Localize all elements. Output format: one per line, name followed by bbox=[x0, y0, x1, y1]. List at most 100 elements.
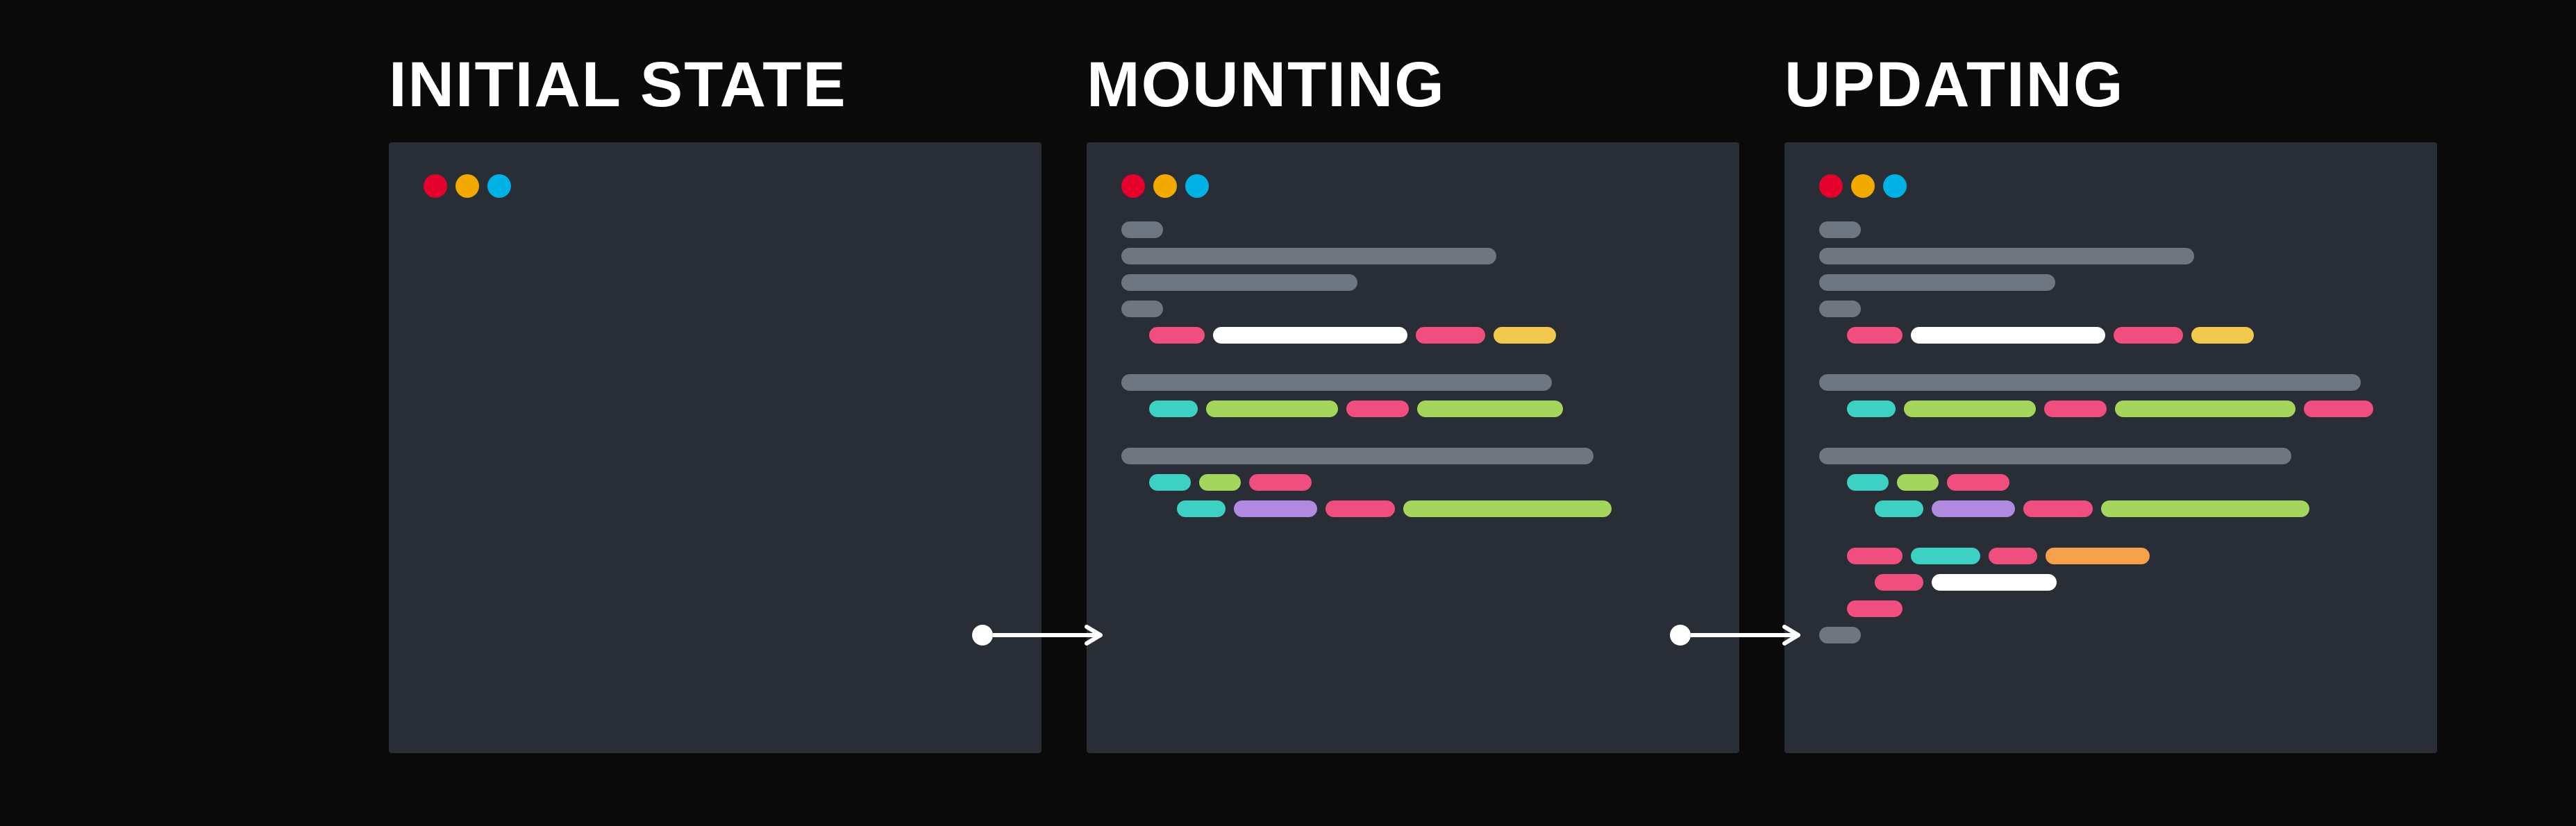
code-token bbox=[2114, 327, 2183, 344]
code-line bbox=[1847, 401, 2402, 417]
code-token bbox=[1234, 500, 1317, 517]
code-token bbox=[1177, 500, 1226, 517]
code-token bbox=[1403, 500, 1612, 517]
col-mounting: MOUNTING bbox=[1087, 49, 1739, 753]
code-token bbox=[2304, 401, 2373, 417]
code-token bbox=[1819, 448, 2291, 464]
traffic-zoom-icon bbox=[1185, 174, 1209, 198]
traffic-minimize-icon bbox=[455, 174, 479, 198]
code-line bbox=[1177, 500, 1705, 517]
code-token bbox=[1875, 574, 1923, 591]
traffic-zoom-icon bbox=[487, 174, 511, 198]
code-mounting bbox=[1121, 221, 1705, 517]
code-token bbox=[1819, 274, 2055, 291]
code-token bbox=[1149, 401, 1198, 417]
code-token bbox=[1819, 374, 2361, 391]
code-token bbox=[1989, 548, 2037, 564]
code-token bbox=[1819, 627, 1861, 643]
code-token bbox=[1416, 327, 1485, 344]
code-line bbox=[1121, 274, 1705, 291]
editor-initial bbox=[389, 142, 1042, 753]
code-line bbox=[1875, 500, 2402, 517]
code-line bbox=[1819, 221, 2402, 238]
code-token bbox=[1325, 500, 1395, 517]
code-updating bbox=[1819, 221, 2402, 643]
code-line bbox=[1121, 221, 1705, 238]
code-line bbox=[1149, 327, 1705, 344]
code-token bbox=[1847, 401, 1896, 417]
traffic-zoom-icon bbox=[1883, 174, 1907, 198]
code-line bbox=[1819, 374, 2402, 391]
code-token bbox=[1149, 474, 1191, 491]
code-line bbox=[1847, 327, 2402, 344]
traffic-close-icon bbox=[1121, 174, 1145, 198]
traffic-lights bbox=[424, 174, 1007, 198]
code-line bbox=[1819, 248, 2402, 264]
code-token bbox=[1847, 600, 1902, 617]
code-line bbox=[1847, 600, 2402, 617]
code-token bbox=[1911, 327, 2105, 344]
code-token bbox=[1932, 574, 2057, 591]
code-token bbox=[1121, 448, 1594, 464]
code-token bbox=[1199, 474, 1241, 491]
code-token bbox=[1494, 327, 1556, 344]
code-token bbox=[2101, 500, 2309, 517]
code-token bbox=[1346, 401, 1409, 417]
code-token bbox=[1819, 221, 1861, 238]
arrow-right-icon bbox=[1691, 625, 1809, 646]
code-token bbox=[1847, 327, 1902, 344]
code-token bbox=[1121, 374, 1552, 391]
code-token bbox=[1875, 500, 1923, 517]
code-token bbox=[2044, 401, 2107, 417]
code-token bbox=[1249, 474, 1312, 491]
code-line bbox=[1121, 374, 1705, 391]
code-token bbox=[1932, 500, 2015, 517]
traffic-lights bbox=[1121, 174, 1705, 198]
code-token bbox=[1417, 401, 1563, 417]
code-line bbox=[1819, 274, 2402, 291]
code-line bbox=[1121, 301, 1705, 317]
code-token bbox=[1947, 474, 2009, 491]
arrow-mounting-to-updating bbox=[1670, 625, 1809, 646]
code-token bbox=[1847, 548, 1902, 564]
code-token bbox=[1897, 474, 1939, 491]
code-line bbox=[1875, 574, 2402, 591]
code-token bbox=[1121, 248, 1496, 264]
arrow-initial-to-mounting bbox=[972, 625, 1111, 646]
code-token bbox=[2191, 327, 2254, 344]
traffic-lights bbox=[1819, 174, 2402, 198]
arrow-origin-dot-icon bbox=[972, 625, 993, 646]
code-line bbox=[1847, 474, 2402, 491]
col-initial: INITIAL STATE bbox=[389, 49, 1042, 753]
code-line bbox=[1847, 548, 2402, 564]
arrow-origin-dot-icon bbox=[1670, 625, 1691, 646]
code-token bbox=[2023, 500, 2093, 517]
code-token bbox=[1847, 474, 1889, 491]
code-token bbox=[2115, 401, 2295, 417]
title-mounting: MOUNTING bbox=[1087, 49, 1739, 121]
code-line bbox=[1819, 301, 2402, 317]
code-token bbox=[1819, 301, 1861, 317]
editor-updating bbox=[1784, 142, 2437, 753]
code-line bbox=[1149, 474, 1705, 491]
traffic-close-icon bbox=[424, 174, 447, 198]
traffic-minimize-icon bbox=[1851, 174, 1875, 198]
code-token bbox=[1819, 248, 2194, 264]
code-token bbox=[1213, 327, 1407, 344]
diagram-stage: INITIAL STATE MOUNTING UPDATING bbox=[0, 0, 2576, 826]
traffic-close-icon bbox=[1819, 174, 1843, 198]
code-line bbox=[1819, 627, 2402, 643]
code-line bbox=[1121, 248, 1705, 264]
code-token bbox=[1121, 301, 1163, 317]
title-initial: INITIAL STATE bbox=[389, 49, 1042, 121]
traffic-minimize-icon bbox=[1153, 174, 1177, 198]
code-line bbox=[1819, 448, 2402, 464]
editor-mounting bbox=[1087, 142, 1739, 753]
col-updating: UPDATING bbox=[1784, 49, 2437, 753]
code-token bbox=[2046, 548, 2150, 564]
code-token bbox=[1904, 401, 2036, 417]
code-line bbox=[1149, 401, 1705, 417]
code-line bbox=[1121, 448, 1705, 464]
title-updating: UPDATING bbox=[1784, 49, 2437, 121]
code-token bbox=[1911, 548, 1980, 564]
